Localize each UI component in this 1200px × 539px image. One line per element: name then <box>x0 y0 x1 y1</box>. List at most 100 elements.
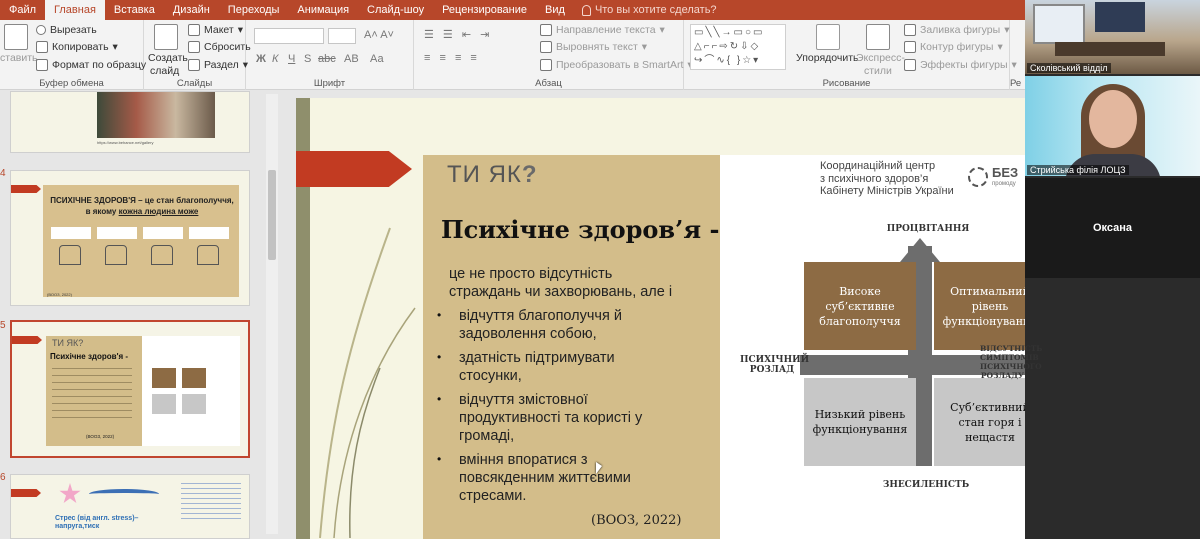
slide-thumbnail-6[interactable]: Стрес (від англ. stress)– напруга,тиск <box>10 474 250 539</box>
thumbnail-scroll-thumb[interactable] <box>268 170 276 260</box>
thumbnail-arrow <box>11 185 41 193</box>
axis-left-line-1: ПСИХІЧНИЙ <box>740 355 810 365</box>
quick-styles-label-2[interactable]: стили <box>864 65 892 77</box>
font-size-box[interactable] <box>328 28 356 44</box>
person-face <box>1089 90 1137 148</box>
quadrant-tl-line-3: благополуччя <box>819 314 901 328</box>
bold-button[interactable]: Ж <box>256 53 266 65</box>
tab-review[interactable]: Рецензирование <box>433 0 536 20</box>
font-grow-button[interactable]: A˄ A˅ <box>364 29 394 41</box>
new-slide-icon[interactable] <box>154 24 178 50</box>
star-icon <box>59 483 81 504</box>
shape-fill-button[interactable]: Заливка фигуры ▾ <box>904 24 1009 36</box>
video-tile-oksana[interactable]: Оксана <box>1025 178 1200 278</box>
bullet-2-line-1: здатність підтримувати <box>459 350 615 366</box>
group-label-paragraph: Абзац <box>535 78 562 89</box>
thumbnail-scrollbar[interactable] <box>266 94 278 534</box>
tab-home[interactable]: Главная <box>45 0 105 20</box>
cut-button[interactable]: Вырезать <box>36 24 97 36</box>
group-editing: Ре <box>1010 20 1025 90</box>
bullet-4-marker: • <box>437 452 442 466</box>
shapes-gallery[interactable]: ▭╲╲→▭○▭ △⌐⌐⇨↻⇩◇ ↪⌒∿{ }☆▾ <box>690 24 786 70</box>
bullet-3-line-3: громаді, <box>459 428 515 444</box>
slide-thumbnail-4[interactable]: ПСИХІЧНЕ ЗДОРОВ'Я – це стан благополуччя… <box>10 170 250 306</box>
thumbnail-text-lines <box>52 368 132 418</box>
brand-text: ТИ ЯК <box>447 161 522 188</box>
participant-name-center: Оксана <box>1092 222 1133 234</box>
arrange-icon[interactable] <box>816 24 840 50</box>
slide-number-5: 5 <box>0 320 6 331</box>
reset-button[interactable]: Сбросить <box>188 41 251 53</box>
tab-view[interactable]: Вид <box>536 0 574 20</box>
quick-styles-icon[interactable] <box>866 24 890 50</box>
format-painter-button[interactable]: Формат по образцу <box>36 59 146 71</box>
reset-label: Сбросить <box>204 41 251 53</box>
shadow-button[interactable]: S <box>304 53 311 65</box>
align-text-button[interactable]: Выровнять текст ▾ <box>540 41 647 53</box>
thumbnail-box-2 <box>97 227 137 239</box>
text-direction-button[interactable]: Направление текста ▾ <box>540 24 665 36</box>
slide-thumbnail-5[interactable]: ТИ ЯК? Психічне здоров'я - (ВООЗ, 2022) <box>10 320 250 458</box>
group-slides: Создать слайд Макет ▾ Сбросить Раздел ▾ … <box>144 20 251 90</box>
change-case-button[interactable]: Аа <box>370 53 384 65</box>
tab-insert[interactable]: Вставка <box>105 0 164 20</box>
video-tile-skole[interactable]: Сколівський відділ <box>1025 0 1200 74</box>
spacing-button[interactable]: АВ <box>344 53 359 65</box>
participant-name: Стрийська філія ЛОЦЗ <box>1027 165 1129 175</box>
shape-effects-button[interactable]: Эффекты фигуры ▾ <box>904 59 1017 71</box>
slide-source: (ВООЗ, 2022) <box>591 513 682 528</box>
bullet-2-marker: • <box>437 350 442 364</box>
thumbnail-right-panel <box>142 336 240 446</box>
copy-label: Копировать <box>52 41 109 53</box>
format-painter-label: Формат по образцу <box>52 59 147 71</box>
org-line-1: Координаційний центр <box>820 160 936 172</box>
paste-icon[interactable] <box>4 24 28 50</box>
intro-line-1: це не просто відсутність <box>449 266 613 282</box>
bullet-1-line-1: відчуття благополуччя й <box>459 308 622 324</box>
tab-file[interactable]: Файл <box>0 0 45 20</box>
font-name-box[interactable] <box>254 28 324 44</box>
tab-animation[interactable]: Анимация <box>288 0 358 20</box>
new-slide-label-1[interactable]: Создать <box>148 52 188 64</box>
smartart-button[interactable]: Преобразовать в SmartArt ▾ <box>540 59 693 71</box>
logo-subtext: промоду <box>992 181 1016 187</box>
layout-button[interactable]: Макет ▾ <box>188 24 243 36</box>
shape-outline-button[interactable]: Контур фигуры ▾ <box>904 41 1003 53</box>
axis-right-line-3: ПСИХІЧНОГО <box>980 362 1042 371</box>
layout-label: Макет <box>204 24 234 36</box>
arrange-label[interactable]: Упорядочить <box>796 52 858 64</box>
tab-design[interactable]: Дизайн <box>164 0 219 20</box>
copy-button[interactable]: Копировать ▾ <box>36 41 118 53</box>
slide-thumbnail-3[interactable]: https://www.behance.net/gallery <box>10 91 250 153</box>
quadrant-top-left: Високе суб’єктивне благополуччя <box>804 262 916 350</box>
quadrant-br-line-3: нещастя <box>965 430 1015 444</box>
pen-icon <box>904 41 916 53</box>
group-paragraph: ☰ ☰ ⇤ ⇥ ≡ ≡ ≡ ≡ Направление текста ▾ Выр… <box>414 20 693 90</box>
video-tile-stryi[interactable]: Стрийська філія ЛОЦЗ <box>1025 76 1200 176</box>
italic-button[interactable]: К <box>272 53 278 65</box>
thumbnail-title-underlined: кожна людина може <box>118 207 199 216</box>
org-line-2: з психічного здоров’я <box>820 172 929 185</box>
bullet-3-marker: • <box>437 392 442 406</box>
quadrant-tr-line-3: функціонування <box>942 314 1038 328</box>
tab-transitions[interactable]: Переходы <box>219 0 289 20</box>
thumbnail-title-line2: в якому <box>85 207 119 216</box>
group-drawing: ▭╲╲→▭○▭ △⌐⌐⇨↻⇩◇ ↪⌒∿{ }☆▾ Упорядочить Экспр… <box>684 20 1017 90</box>
list-buttons[interactable]: ☰ ☰ ⇤ ⇥ <box>424 28 492 41</box>
section-button[interactable]: Раздел ▾ <box>188 59 248 71</box>
text-direction-label: Направление текста <box>556 24 656 36</box>
thumbnail-brand: ТИ ЯК? <box>52 338 84 348</box>
group-label-editing: Ре <box>1010 78 1022 89</box>
tell-me-box[interactable]: Что вы хотите сделать? <box>574 4 717 16</box>
tab-slideshow[interactable]: Слайд-шоу <box>358 0 433 20</box>
quick-styles-label-1[interactable]: Экспресс- <box>856 52 905 64</box>
new-slide-label-2[interactable]: слайд <box>150 65 179 77</box>
thumbnail-source: (ВООЗ, 2022) <box>47 292 72 297</box>
thumbnail-arrow <box>11 489 41 497</box>
underline-button[interactable]: Ч <box>288 53 295 65</box>
hands-icon <box>105 245 127 265</box>
axis-left-line-2: РОЗЛАД <box>749 365 795 375</box>
paste-label[interactable]: ставить <box>0 52 38 64</box>
align-buttons[interactable]: ≡ ≡ ≡ ≡ <box>424 52 480 64</box>
strikethrough-button[interactable]: abc <box>318 53 336 65</box>
